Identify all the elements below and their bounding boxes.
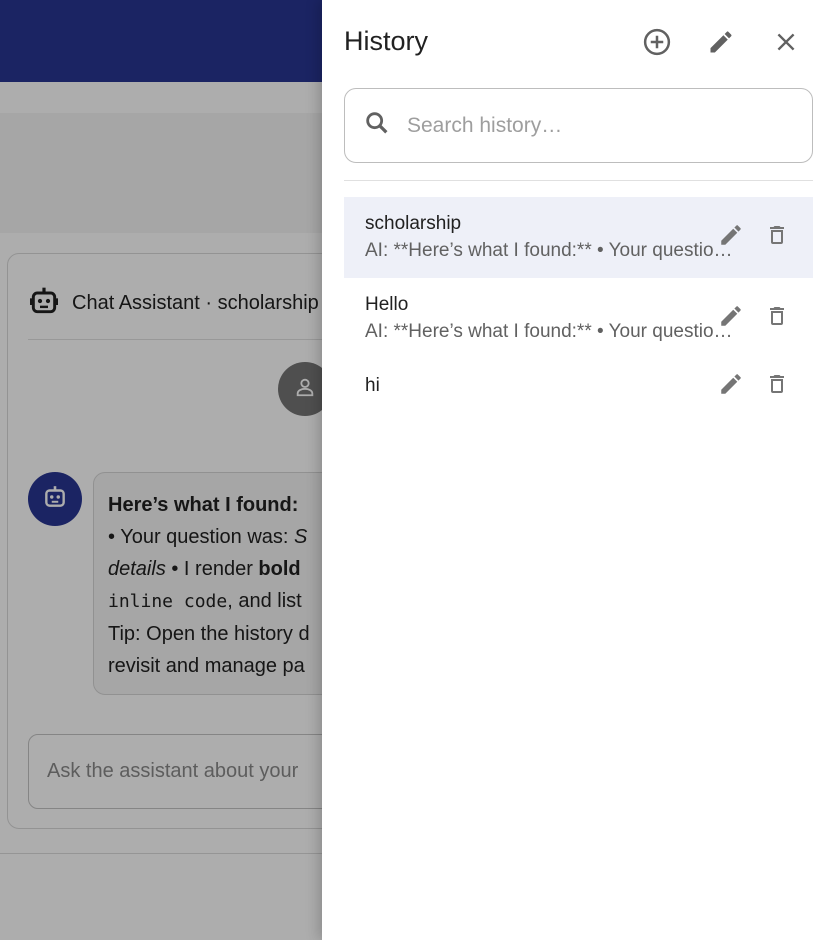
pencil-icon bbox=[718, 222, 744, 253]
trash-icon bbox=[765, 304, 789, 333]
history-drawer: History Search history… scholarship AI: … bbox=[322, 0, 832, 940]
delete-item-button[interactable] bbox=[761, 221, 793, 253]
delete-item-button[interactable] bbox=[761, 370, 793, 402]
close-drawer-button[interactable] bbox=[764, 22, 808, 66]
new-chat-button[interactable] bbox=[635, 22, 679, 66]
rename-item-button[interactable] bbox=[715, 370, 747, 402]
history-item-preview: AI: **Here’s what I found:** • Your ques… bbox=[365, 321, 739, 342]
rename-item-button[interactable] bbox=[715, 302, 747, 334]
close-icon bbox=[773, 29, 799, 60]
add-circle-icon bbox=[642, 27, 672, 62]
drawer-title: History bbox=[344, 26, 429, 56]
search-icon bbox=[363, 109, 391, 142]
edit-history-button[interactable] bbox=[699, 22, 743, 66]
delete-item-button[interactable] bbox=[761, 302, 793, 334]
history-item-preview: AI: **Here’s what I found:** • Your ques… bbox=[365, 240, 739, 261]
rename-item-button[interactable] bbox=[715, 221, 747, 253]
history-item[interactable]: scholarship AI: **Here’s what I found:**… bbox=[344, 197, 813, 278]
trash-icon bbox=[765, 223, 789, 252]
history-item[interactable]: hi bbox=[344, 359, 813, 415]
drawer-divider bbox=[344, 180, 813, 181]
pencil-icon bbox=[707, 28, 735, 61]
history-item[interactable]: Hello AI: **Here’s what I found:** • You… bbox=[344, 278, 813, 359]
history-search-input[interactable] bbox=[405, 112, 789, 139]
pencil-icon bbox=[718, 371, 744, 402]
trash-icon bbox=[765, 372, 789, 401]
history-search[interactable] bbox=[344, 88, 813, 163]
pencil-icon bbox=[718, 303, 744, 334]
